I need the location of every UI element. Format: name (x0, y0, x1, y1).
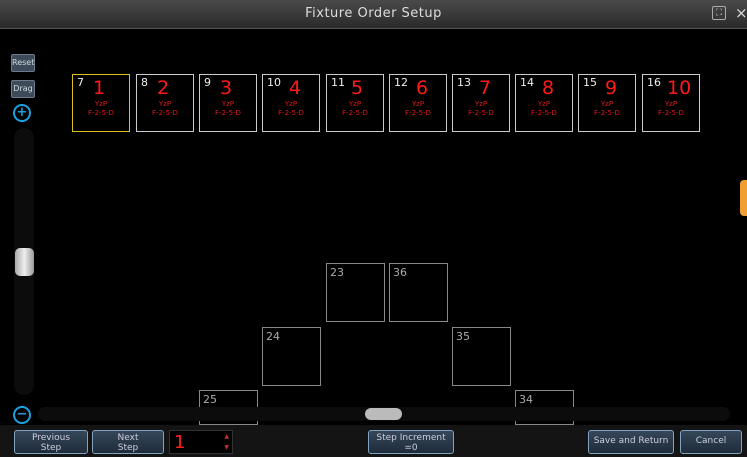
fixture-order-number: 3 (220, 77, 233, 99)
next-step-button[interactable]: Next Step (92, 430, 164, 454)
grid-cell[interactable]: 35 (452, 327, 511, 386)
zoom-slider-thumb[interactable] (15, 248, 34, 276)
step-value: 1 (174, 432, 186, 453)
grid-cell-number: 35 (456, 330, 470, 343)
grid-cell-number: 34 (519, 393, 533, 406)
fixture-type: YzP (537, 100, 551, 108)
fixture-box[interactable]: 15 9 YzP F-2-5-D (578, 74, 636, 132)
fixture-order-number: 8 (542, 77, 555, 99)
fixture-type: YzP (158, 100, 172, 108)
fixture-order-number: 1 (93, 77, 106, 99)
fixture-box[interactable]: 9 3 YzP F-2-5-D (199, 74, 257, 132)
spinner-down-icon[interactable]: ▼ (224, 444, 229, 451)
drag-button[interactable]: Drag (11, 80, 35, 98)
fixture-id: 16 (647, 76, 661, 89)
grid-cell-number: 24 (266, 330, 280, 343)
fixture-box[interactable]: 10 4 YzP F-2-5-D (262, 74, 320, 132)
fixture-mode: F-2-5-D (405, 109, 431, 117)
side-panel-handle[interactable] (740, 180, 747, 216)
fixture-id: 12 (394, 76, 408, 89)
previous-step-button[interactable]: Previous Step (14, 430, 88, 454)
zoom-in-icon[interactable]: + (13, 104, 31, 122)
title-bar: Fixture Order Setup ⛶ × (0, 0, 747, 29)
step-value-spinner[interactable]: 1 ▲ ▼ (169, 430, 233, 454)
grid-cell-number: 23 (330, 266, 344, 279)
step-increment-label-line2: =0 (404, 443, 418, 453)
next-step-label-line2: Step (117, 443, 139, 453)
fixture-id: 9 (204, 76, 211, 89)
zoom-out-icon[interactable]: − (13, 406, 31, 424)
previous-step-label-line1: Previous (31, 433, 71, 443)
fixture-mode: F-2-5-D (531, 109, 557, 117)
fixture-order-number: 5 (351, 77, 364, 99)
fixture-order-number: 2 (157, 77, 170, 99)
fixture-id: 11 (331, 76, 345, 89)
fixture-type: YzP (94, 100, 108, 108)
maximize-icon[interactable]: ⛶ (712, 6, 726, 20)
fixture-mode: F-2-5-D (88, 109, 114, 117)
spinner-up-icon[interactable]: ▲ (224, 433, 229, 440)
window-title: Fixture Order Setup (305, 6, 442, 21)
fixture-id: 7 (77, 76, 84, 89)
fixture-order-number: 9 (605, 77, 618, 99)
step-increment-label-line1: Step Increment (376, 433, 446, 443)
previous-step-label-line2: Step (40, 443, 62, 453)
cancel-button[interactable]: Cancel (680, 430, 742, 454)
fixture-type: YzP (474, 100, 488, 108)
fixture-mode: F-2-5-D (468, 109, 494, 117)
grid-cell-number: 36 (393, 266, 407, 279)
fixture-box[interactable]: 12 6 YzP F-2-5-D (389, 74, 447, 132)
fixture-box[interactable]: 8 2 YzP F-2-5-D (136, 74, 194, 132)
fixture-order-number: 4 (289, 77, 302, 99)
fixture-order-number: 7 (479, 77, 492, 99)
reset-button[interactable]: Reset (11, 54, 35, 72)
fixture-type: YzP (664, 100, 678, 108)
step-increment-button[interactable]: Step Increment =0 (368, 430, 454, 454)
fixture-box[interactable]: 7 1 YzP F-2-5-D (72, 74, 130, 132)
fixture-type: YzP (411, 100, 425, 108)
fixture-box[interactable]: 13 7 YzP F-2-5-D (452, 74, 510, 132)
save-and-return-button[interactable]: Save and Return (588, 430, 674, 454)
fixture-order-number: 6 (416, 77, 429, 99)
fixture-mode: F-2-5-D (658, 109, 684, 117)
grid-cell-number: 25 (203, 393, 217, 406)
fixture-mode: F-2-5-D (278, 109, 304, 117)
horizontal-scrollbar-thumb[interactable] (365, 408, 402, 420)
fixture-order-number: 10 (667, 77, 692, 99)
grid-cell[interactable]: 24 (262, 327, 321, 386)
close-icon[interactable]: × (735, 4, 747, 22)
fixture-id: 10 (267, 76, 281, 89)
fixture-type: YzP (284, 100, 298, 108)
fixture-id: 8 (141, 76, 148, 89)
next-step-label-line1: Next (117, 433, 139, 443)
fixture-mode: F-2-5-D (215, 109, 241, 117)
fixture-type: YzP (348, 100, 362, 108)
fixture-type: YzP (600, 100, 614, 108)
fixture-box[interactable]: 14 8 YzP F-2-5-D (515, 74, 573, 132)
fixture-mode: F-2-5-D (342, 109, 368, 117)
fixture-mode: F-2-5-D (152, 109, 178, 117)
fixture-type: YzP (221, 100, 235, 108)
fixture-mode: F-2-5-D (594, 109, 620, 117)
grid-cell[interactable]: 23 (326, 263, 385, 322)
fixture-box[interactable]: 11 5 YzP F-2-5-D (326, 74, 384, 132)
fixture-id: 14 (520, 76, 534, 89)
fixture-id: 13 (457, 76, 471, 89)
fixture-box[interactable]: 16 10 YzP F-2-5-D (642, 74, 700, 132)
fixture-id: 15 (583, 76, 597, 89)
grid-cell[interactable]: 36 (389, 263, 448, 322)
